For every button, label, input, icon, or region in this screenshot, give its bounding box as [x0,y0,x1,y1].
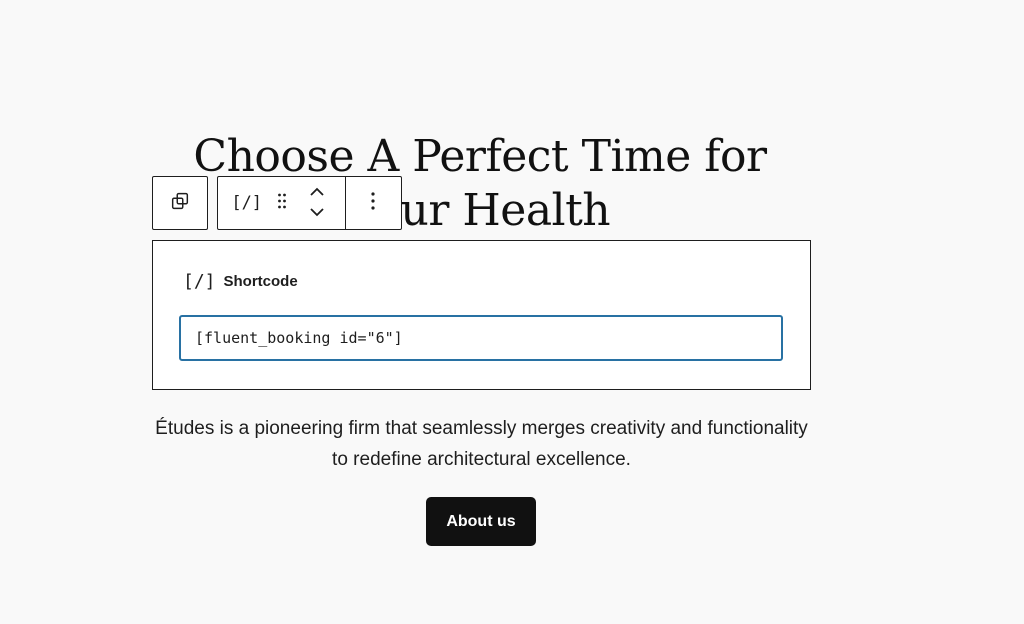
drag-handle-icon [277,191,287,216]
select-parent-button[interactable] [153,177,207,229]
chevron-up-icon [309,184,325,202]
shortcode-icon: [/] [231,193,263,213]
editor-canvas: Choose A Perfect Time for Your Health [/… [0,0,1024,624]
block-movers [289,177,344,229]
drag-handle[interactable] [275,177,289,229]
move-down-button[interactable] [302,203,332,223]
select-parent-icon [169,190,191,217]
shortcode-input[interactable] [179,315,783,361]
block-toolbar: [/] [217,176,402,230]
more-vertical-icon [370,190,376,217]
shortcode-title: Shortcode [223,273,298,290]
intro-paragraph[interactable]: Études is a pioneering firm that seamles… [152,413,811,475]
more-options-button[interactable] [346,177,401,229]
toolbar-parent-group [152,176,208,230]
shortcode-label: [/] Shortcode [183,271,298,292]
chevron-down-icon [309,204,325,222]
block-type-button[interactable]: [/] [218,177,275,229]
shortcode-block[interactable]: [/] Shortcode [152,240,811,390]
about-us-button[interactable]: About us [426,497,536,546]
move-up-button[interactable] [302,183,332,203]
shortcode-icon: [/] [183,271,216,292]
